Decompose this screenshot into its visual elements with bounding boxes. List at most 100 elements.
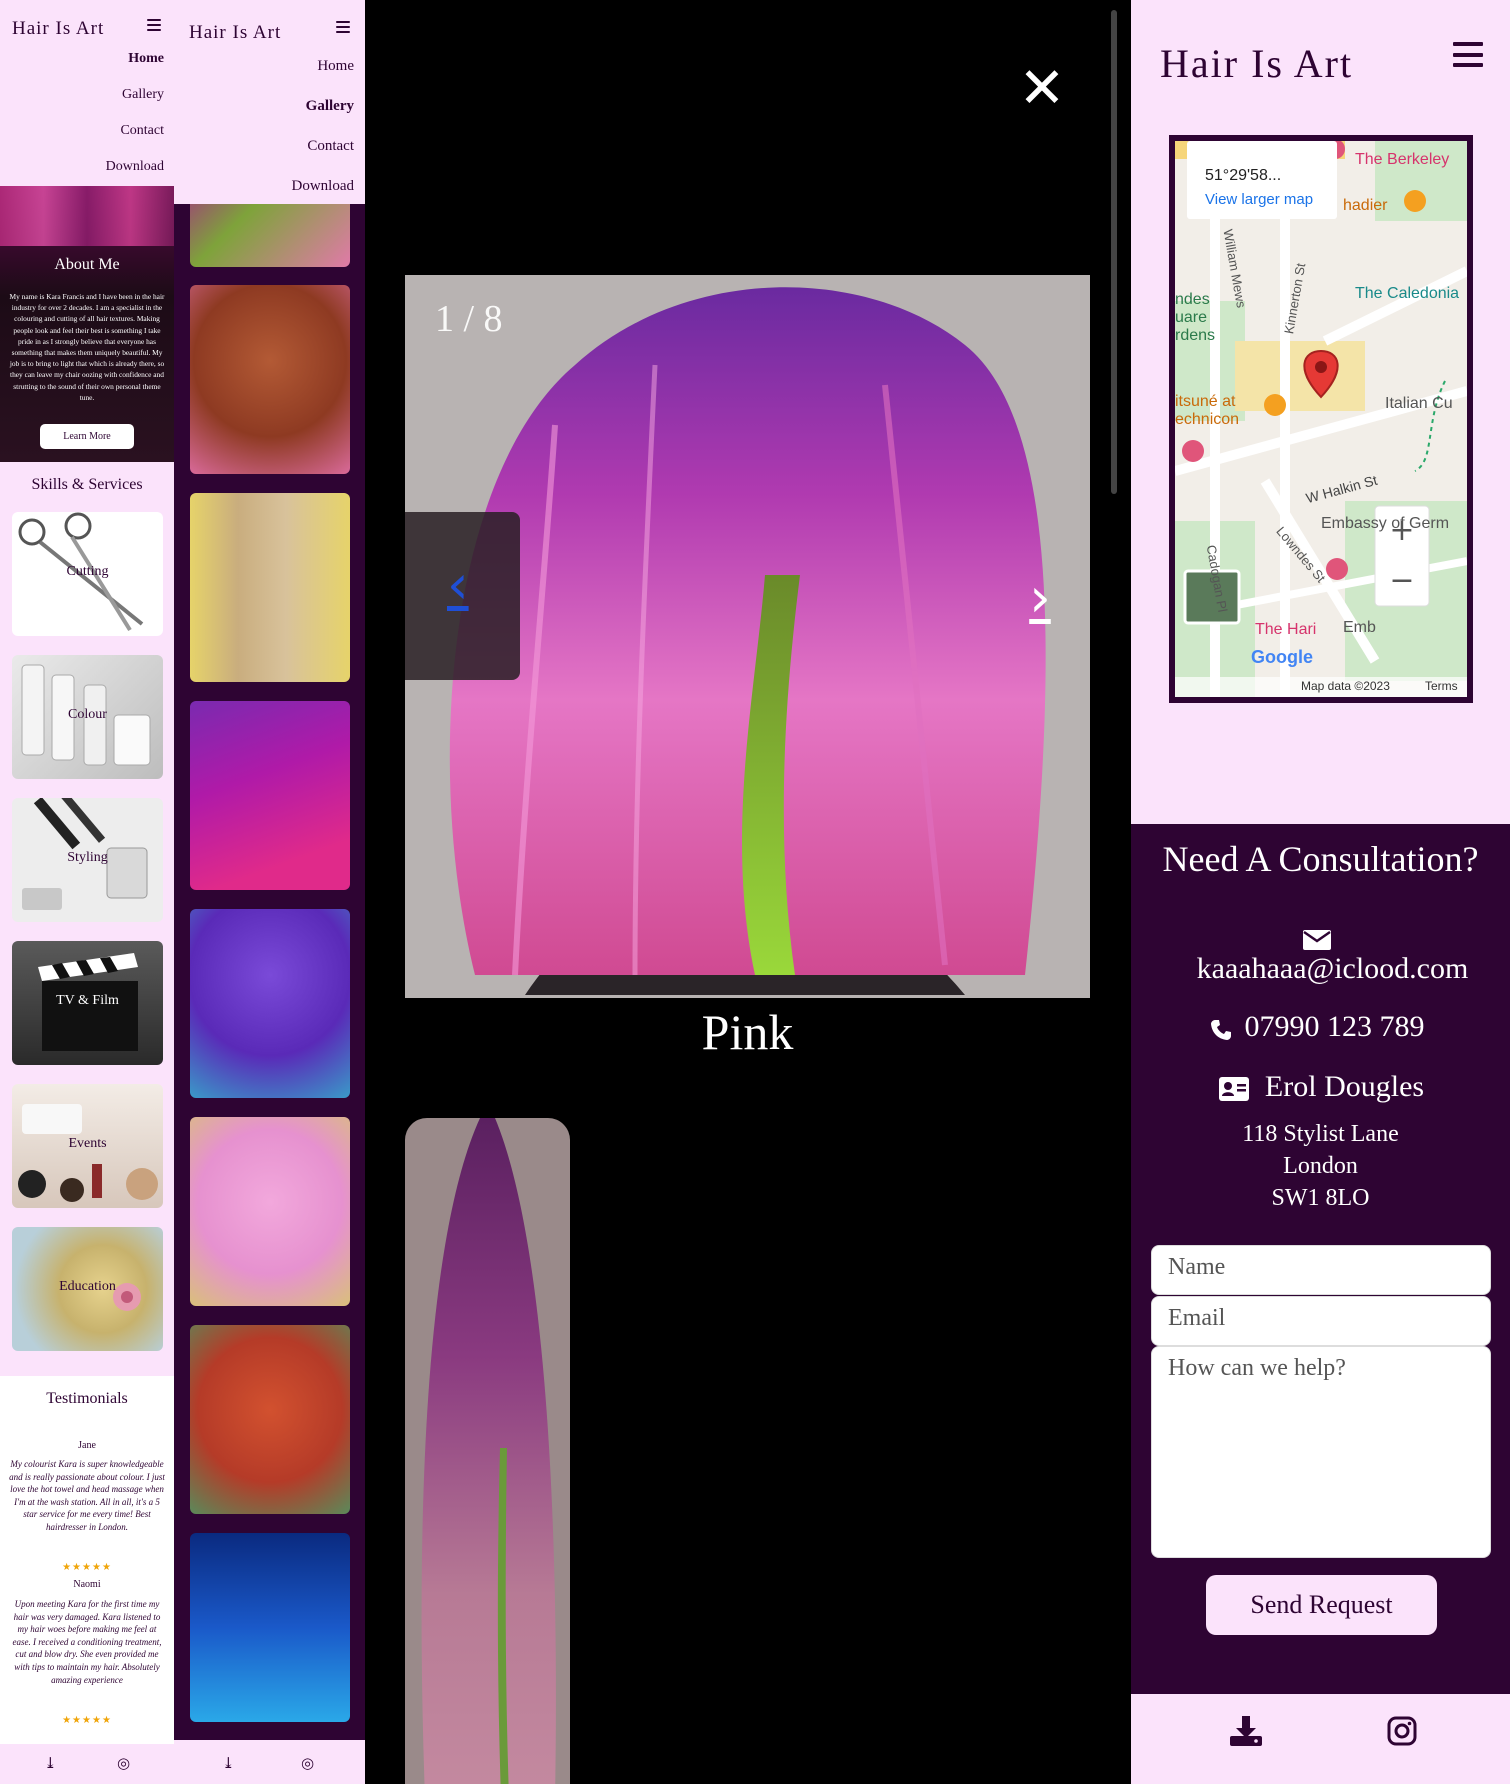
star-rating: ★★★★★: [62, 1562, 112, 1573]
testimonial-quote: My colourist Kara is super knowledgeable…: [9, 1459, 165, 1532]
send-request-button[interactable]: Send Request: [1206, 1575, 1437, 1635]
download-icon[interactable]: ⤓: [44, 1756, 57, 1771]
consultation-title: Need A Consultation?: [1162, 839, 1479, 879]
about-title: About Me: [54, 256, 120, 273]
skill-card-tv-film[interactable]: TV & Film: [12, 941, 163, 1065]
download-icon[interactable]: ⤓: [222, 1754, 235, 1772]
about-text: My name is Kara Francis and I have been …: [9, 292, 165, 402]
map-label: Emb: [1343, 619, 1376, 636]
map-label: Italian Cu: [1385, 395, 1453, 412]
map-label: itsuné at: [1175, 393, 1236, 410]
gallery-image[interactable]: [190, 1533, 350, 1722]
gallery-image[interactable]: [190, 909, 350, 1098]
gallery-image[interactable]: [190, 493, 350, 682]
skill-label: Education: [59, 1279, 116, 1294]
nav-contact[interactable]: Contact: [292, 126, 354, 166]
zoom-in-button[interactable]: +: [1375, 507, 1429, 555]
nav-gallery[interactable]: Gallery: [292, 86, 354, 126]
map-label: ndes: [1175, 291, 1210, 308]
hamburger-menu-icon[interactable]: [147, 19, 161, 31]
testimonials-title: Testimonials: [46, 1390, 128, 1407]
address-line: SW1 8LO: [1271, 1185, 1370, 1211]
name-field[interactable]: Name: [1151, 1245, 1491, 1295]
contact-phone[interactable]: 07990 123 789: [1145, 1010, 1510, 1044]
testimonial-name: Jane: [78, 1440, 96, 1451]
instagram-icon[interactable]: ◎: [117, 1756, 130, 1771]
gallery-image[interactable]: [190, 1117, 350, 1306]
gallery-image[interactable]: [190, 701, 350, 890]
hamburger-menu-icon[interactable]: [1453, 42, 1483, 67]
skill-label: Styling: [67, 850, 108, 865]
site-logo[interactable]: Hair Is Art: [189, 22, 281, 44]
map-label: The Berkeley: [1355, 151, 1450, 168]
site-logo[interactable]: Hair Is Art: [1160, 40, 1353, 87]
nav-home[interactable]: Home: [106, 41, 164, 77]
zoom-out-button[interactable]: −: [1375, 557, 1429, 605]
map-label: The Caledonia: [1355, 285, 1460, 302]
nav-home[interactable]: Home: [292, 46, 354, 86]
contact-name: Erol Dougles: [1264, 1070, 1425, 1103]
nav-menu: Home Gallery Contact Download: [292, 46, 355, 206]
download-icon[interactable]: [1230, 1716, 1262, 1746]
hamburger-menu-icon[interactable]: [336, 21, 350, 33]
skills-title: Skills & Services: [31, 476, 143, 493]
image-counter: 1 / 8: [435, 298, 503, 340]
testimonial-quote: Upon meeting Kara for the first time my …: [12, 1599, 162, 1685]
lightbox-panel: ✕ 1 / 8 ‹ › Pink: [365, 0, 1131, 1784]
contact-email[interactable]: kaaahaaa@iclood.com: [1143, 952, 1510, 986]
footer: ⤓ ◎: [174, 1740, 365, 1784]
home-panel: Hair Is Art Home Gallery Contact Downloa…: [0, 0, 174, 1784]
view-larger-map-link[interactable]: View larger map: [1205, 191, 1313, 208]
address-line: 118 Stylist Lane: [1242, 1121, 1399, 1147]
gallery-image[interactable]: [190, 1325, 350, 1514]
envelope-icon: [1303, 930, 1331, 950]
message-field[interactable]: How can we help?: [1151, 1346, 1491, 1558]
map-label: The Hari: [1255, 621, 1317, 638]
map-coords: 51°29'58...: [1205, 167, 1282, 184]
address-line: London: [1283, 1153, 1358, 1179]
skill-card-colour[interactable]: Colour: [12, 655, 163, 779]
close-icon[interactable]: ✕: [1015, 61, 1069, 117]
nav-contact[interactable]: Contact: [106, 113, 164, 149]
star-rating: ★★★★★: [62, 1715, 112, 1726]
site-logo[interactable]: Hair Is Art: [12, 18, 104, 40]
gallery-thumbnail[interactable]: [405, 1118, 570, 1784]
chevron-right-icon[interactable]: ›: [1010, 558, 1070, 638]
nav-download[interactable]: Download: [292, 166, 355, 206]
chevron-left-icon: ‹: [447, 553, 469, 616]
footer: [1131, 1694, 1510, 1784]
skill-card-education[interactable]: Education: [12, 1227, 163, 1351]
header: Hair Is Art Home Gallery Contact Downloa…: [174, 0, 365, 204]
footer: ⤓ ◎: [0, 1744, 174, 1784]
map-attribution: Map data ©2023: [1301, 679, 1390, 693]
map-label: uare: [1175, 309, 1208, 326]
location-map[interactable]: 51°29'58... View larger map The Berkeley…: [1169, 135, 1473, 703]
skill-card-styling[interactable]: Styling: [12, 798, 163, 922]
nav-download[interactable]: Download: [106, 149, 164, 185]
nav-gallery[interactable]: Gallery: [106, 77, 164, 113]
map-terms-link[interactable]: Terms: [1425, 679, 1458, 693]
instagram-icon[interactable]: ◎: [301, 1754, 314, 1772]
testimonials-section: Testimonials Jane My colourist Kara is s…: [0, 1376, 174, 1746]
skill-label: TV & Film: [56, 993, 119, 1008]
scrollbar[interactable]: [1111, 10, 1117, 494]
contact-panel: Hair Is Art 51°29'58... View larger map …: [1131, 0, 1510, 1784]
gallery-image[interactable]: [190, 285, 350, 474]
map-label: hadier: [1343, 197, 1388, 214]
skill-label: Cutting: [66, 564, 109, 579]
about-hero-image: [0, 186, 174, 246]
straight-hair-image: [405, 1118, 570, 1784]
google-logo: Google: [1251, 647, 1313, 667]
skill-card-cutting[interactable]: Cutting: [12, 512, 163, 636]
prev-button[interactable]: ‹: [405, 512, 520, 680]
learn-more-button[interactable]: Learn More: [40, 424, 134, 449]
skill-label: Colour: [68, 707, 107, 722]
nav-menu: Home Gallery Contact Download: [106, 41, 164, 185]
skill-label: Events: [68, 1136, 107, 1151]
instagram-icon[interactable]: [1387, 1716, 1417, 1746]
email-field[interactable]: Email: [1151, 1296, 1491, 1346]
skill-card-events[interactable]: Events: [12, 1084, 163, 1208]
map-label: echnicon: [1175, 411, 1240, 428]
about-section: About Me My name is Kara Francis and I h…: [0, 186, 174, 462]
testimonial-name: Naomi: [73, 1579, 101, 1590]
